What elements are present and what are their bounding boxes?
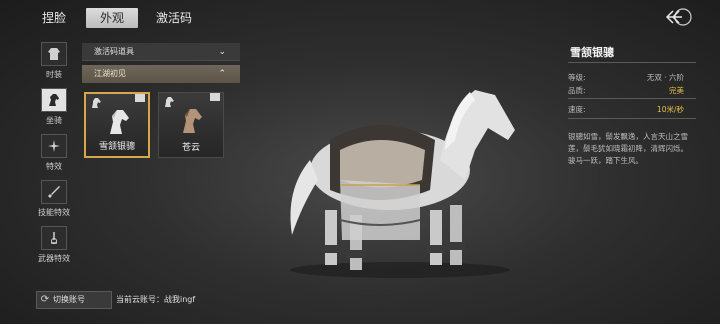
tab-face[interactable]: 捏脸 [32, 8, 76, 28]
white-horse-thumbnail [110, 110, 129, 134]
card-name: 雪颔银骢 [98, 142, 135, 152]
row-value: 无双 · 六阶 [646, 73, 684, 82]
sidebar-item-mount[interactable]: 坐骑 [30, 88, 78, 128]
back-arrow-icon[interactable] [664, 6, 694, 28]
row-label: 等级: [568, 73, 586, 82]
row-label: 品质: [568, 86, 586, 95]
sidebar-item-weapon-effects[interactable]: 武器特效 [30, 226, 78, 266]
mount-3d-preview[interactable] [270, 70, 530, 280]
dropdown-first-meeting[interactable]: 江湖初见 ⌃ [82, 65, 240, 83]
sparkle-icon [41, 134, 67, 158]
dropdown-label: 激活码道具 [94, 47, 134, 56]
row-value: 完美 [669, 86, 684, 95]
divider [568, 98, 696, 99]
robe-icon [41, 42, 67, 66]
horse-badge-icon [165, 97, 174, 107]
brown-horse-thumbnail [183, 109, 202, 133]
glow-icon [41, 226, 67, 250]
mount-card-snow[interactable]: 雪颔银骢 [84, 92, 150, 158]
card-name: 苍云 [181, 143, 200, 153]
sidebar-item-label: 时装 [46, 70, 62, 79]
mount-title: 雪颔银骢 [570, 46, 614, 59]
sidebar-item-label: 坐骑 [46, 116, 62, 125]
info-row-speed: 速度: 10米/秒 [568, 104, 684, 115]
sidebar-item-fashion[interactable]: 时装 [30, 42, 78, 82]
divider [568, 118, 696, 119]
switch-account-button[interactable]: ⟳ 切换账号 [36, 291, 112, 309]
sidebar-item-label: 技能特效 [38, 208, 70, 217]
chevron-down-icon: ⌄ [218, 47, 226, 57]
tag-icon [135, 94, 145, 102]
row-label: 速度: [568, 105, 586, 114]
sidebar-item-label: 武器特效 [38, 254, 70, 263]
dropdown-label: 江湖初见 [94, 69, 126, 78]
switch-label: 切换账号 [53, 295, 85, 304]
divider [568, 62, 696, 63]
top-tab-bar: 捏脸 外观 激活码 [0, 0, 720, 34]
tag-icon [210, 93, 220, 101]
chevron-up-icon: ⌃ [218, 69, 226, 79]
account-name: 战我ingf [164, 295, 196, 304]
account-label: 当前云账号： [116, 295, 164, 304]
refresh-icon: ⟳ [40, 294, 50, 305]
info-row-level: 等级: 无双 · 六阶 [568, 72, 684, 83]
horse-head-icon [41, 88, 67, 112]
sword-icon [41, 180, 67, 204]
dropdown-activation-items[interactable]: 激活码道具 ⌄ [82, 43, 240, 61]
mount-card-cangyun[interactable]: 苍云 [158, 92, 224, 158]
tab-appearance[interactable]: 外观 [86, 8, 138, 28]
tab-activation-code[interactable]: 激活码 [148, 8, 200, 28]
horse-badge-icon [92, 98, 101, 108]
sidebar-item-skill-effects[interactable]: 技能特效 [30, 180, 78, 220]
info-row-quality: 品质: 完美 [568, 85, 684, 96]
row-value: 10米/秒 [656, 105, 684, 114]
current-account: 当前云账号：战我ingf [116, 294, 195, 305]
sidebar-item-label: 特效 [46, 162, 62, 171]
mount-description: 银骢如雪，鬃发飘逸，人言天山之雪莲，鬃毛犹如晓霜初降，清辉闪烁。骏马一跃，踏下生… [568, 132, 688, 165]
sidebar-item-effects[interactable]: 特效 [30, 134, 78, 174]
